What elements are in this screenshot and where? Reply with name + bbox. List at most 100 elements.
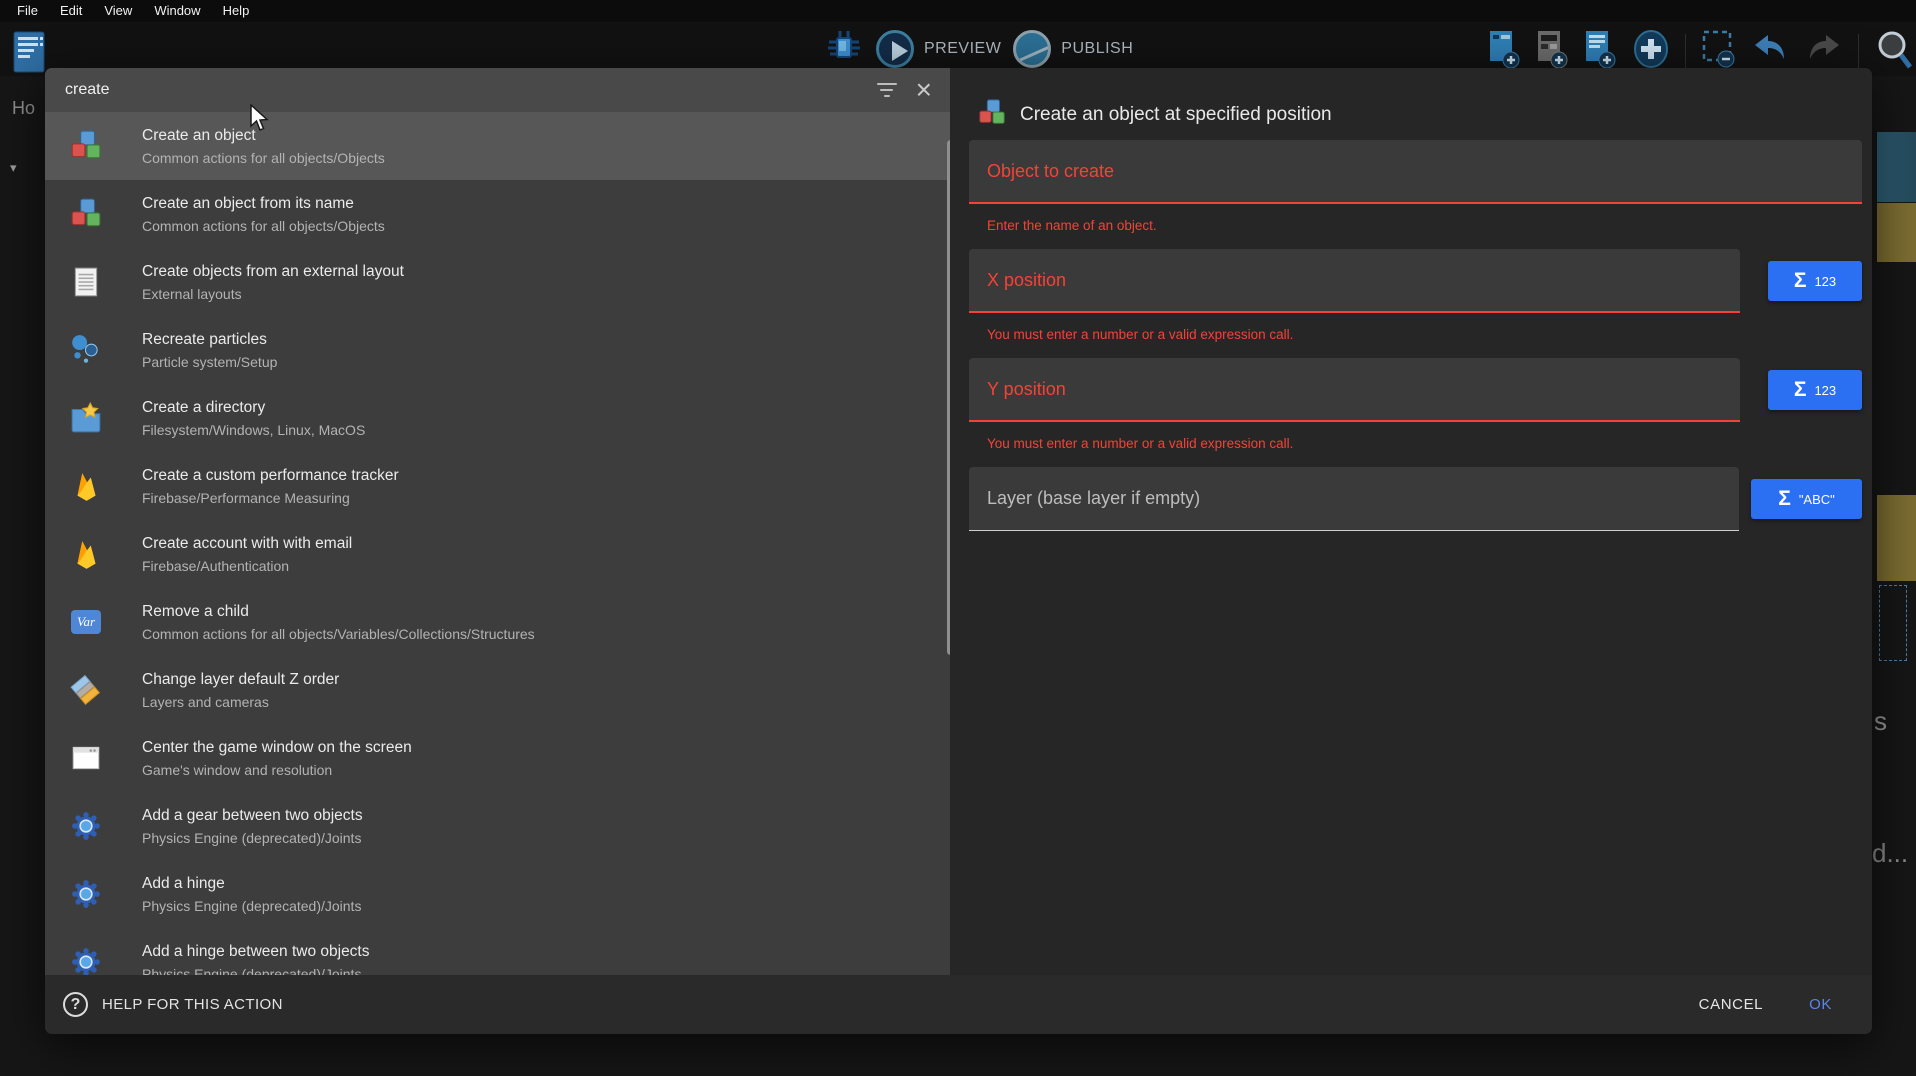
document-icon <box>69 265 103 299</box>
result-group: Filesystem/Windows, Linux, MacOS <box>142 422 365 438</box>
parameter-input[interactable] <box>969 379 1740 400</box>
project-manager-icon[interactable] <box>12 28 48 74</box>
result-row[interactable]: Create an object from its name Common act… <box>45 180 950 248</box>
cancel-button[interactable]: CANCEL <box>1689 988 1773 1021</box>
dialog-footer: ? HELP FOR THIS ACTION CANCEL OK <box>45 975 1872 1034</box>
result-group: Firebase/Performance Measuring <box>142 490 399 506</box>
object-thumbnail-fragment <box>1877 132 1916 202</box>
field-error-text: You must enter a number or a valid expre… <box>969 313 1862 358</box>
result-row[interactable]: Create an objectCommon actions for all o… <box>45 112 950 180</box>
debug-icon[interactable] <box>824 27 864 72</box>
parameter-field <box>969 358 1740 422</box>
parameter-field <box>969 467 1739 531</box>
action-title: Create an object at specified position <box>1020 104 1332 126</box>
selection-outline-fragment <box>1879 585 1907 661</box>
result-row[interactable]: Create a directoryFilesystem/Windows, Li… <box>45 384 950 452</box>
particles-icon <box>69 333 103 367</box>
undo-icon[interactable] <box>1750 29 1790 74</box>
firebase-icon <box>69 469 103 503</box>
preview-label: PREVIEW <box>924 40 1001 58</box>
result-title: Create an object from its name <box>142 195 385 213</box>
expression-builder-button[interactable]: Σ 123 <box>1768 370 1862 410</box>
result-group: Common actions for all objects/Objects <box>142 218 385 234</box>
window-icon <box>69 741 103 775</box>
layers-icon <box>69 673 103 707</box>
choose-action-dialog: × Create an objectCommon actions for all… <box>45 68 1872 1034</box>
result-title: Change layer default Z order <box>142 671 339 689</box>
sigma-icon: Σ <box>1794 378 1807 402</box>
object-thumbnail-fragment <box>1877 203 1916 262</box>
expression-builder-button[interactable]: Σ"ABC" <box>1751 479 1862 519</box>
truncated-text-fragment: s <box>1874 706 1887 737</box>
search-input[interactable] <box>45 81 874 99</box>
result-row[interactable]: Create a custom performance trackerFireb… <box>45 452 950 520</box>
result-title: Add a hinge between two objects <box>142 943 370 961</box>
close-icon[interactable]: × <box>916 77 932 103</box>
result-title: Create objects from an external layout <box>142 263 404 281</box>
field-error-text: You must enter a number or a valid expre… <box>969 422 1862 467</box>
result-row[interactable]: Var Remove a child Common actions for all … <box>45 588 950 656</box>
menu-help[interactable]: Help <box>212 0 261 22</box>
results-list: Create an objectCommon actions for all o… <box>45 112 950 975</box>
result-row[interactable]: Recreate particles Particle system/Setup <box>45 316 950 384</box>
result-group: Common actions for all objects/Objects <box>142 150 385 166</box>
help-label: HELP FOR THIS ACTION <box>102 996 283 1013</box>
search-bar: × <box>45 68 950 112</box>
play-icon <box>876 30 914 68</box>
var-icon: Var <box>71 610 101 634</box>
menu-view[interactable]: View <box>93 0 143 22</box>
menu-bar: FileEditViewWindowHelp <box>0 0 1916 22</box>
filter-icon[interactable] <box>874 77 900 103</box>
result-group: Particle system/Setup <box>142 354 277 370</box>
object-thumbnail-fragment <box>1877 495 1916 581</box>
result-group: Common actions for all objects/Variables… <box>142 626 535 642</box>
result-group: Layers and cameras <box>142 694 339 710</box>
result-row[interactable]: Change layer default Z order Layers and c… <box>45 656 950 724</box>
result-row[interactable]: Add a hinge Physics Engine (deprecated)/J… <box>45 860 950 928</box>
menu-window[interactable]: Window <box>143 0 211 22</box>
result-row[interactable]: Center the game window on the screen Game… <box>45 724 950 792</box>
preview-button[interactable]: PREVIEW <box>876 30 1001 68</box>
result-row[interactable]: Create objects from an external layoutEx… <box>45 248 950 316</box>
menu-edit[interactable]: Edit <box>49 0 93 22</box>
search-icon[interactable] <box>1873 26 1915 77</box>
result-row[interactable]: Add a hinge between two objects Physics E… <box>45 928 950 975</box>
result-title: Remove a child <box>142 603 535 621</box>
cubes-icon <box>977 98 1007 133</box>
result-title: Create account with with email <box>142 535 352 553</box>
gear-icon <box>69 945 103 975</box>
expression-type-label: 123 <box>1814 383 1836 398</box>
expression-builder-button[interactable]: Σ 123 <box>1768 261 1862 301</box>
expression-type-label: 123 <box>1814 274 1836 289</box>
gear-icon <box>69 809 103 843</box>
field-error-text: Enter the name of an object. <box>969 204 1862 249</box>
expression-type-label: "ABC" <box>1799 492 1835 507</box>
var-icon: Var <box>69 605 103 639</box>
folder-icon <box>69 401 103 435</box>
publish-button[interactable]: PUBLISH <box>1013 30 1133 68</box>
parameter-input[interactable] <box>969 161 1862 182</box>
ok-button[interactable]: OK <box>1799 988 1842 1021</box>
search-results-panel: × Create an objectCommon actions for all… <box>45 68 950 975</box>
result-title: Add a hinge <box>142 875 361 893</box>
result-row[interactable]: Add a gear between two objectsPhysics En… <box>45 792 950 860</box>
result-row[interactable]: Create account with with email Firebase/A… <box>45 520 950 588</box>
result-title: Add a gear between two objects <box>142 807 363 825</box>
parameter-input[interactable] <box>969 270 1740 291</box>
app-window: FileEditViewWindowHelp PREVIEW <box>0 0 1916 1076</box>
help-button[interactable]: ? HELP FOR THIS ACTION <box>63 992 283 1017</box>
firebase-icon <box>69 537 103 571</box>
result-title: Recreate particles <box>142 331 277 349</box>
result-title: Center the game window on the screen <box>142 739 412 757</box>
dropdown-chevron-icon[interactable]: ▾ <box>10 160 17 176</box>
result-group: Game's window and resolution <box>142 762 412 778</box>
parameter-field <box>969 249 1740 313</box>
result-group: Physics Engine (deprecated)/Joints <box>142 966 370 976</box>
redo-icon[interactable] <box>1804 29 1844 74</box>
menu-file[interactable]: File <box>6 0 49 22</box>
sigma-icon: Σ <box>1794 269 1807 293</box>
parameter-input[interactable] <box>969 488 1739 509</box>
result-group: Physics Engine (deprecated)/Joints <box>142 898 361 914</box>
publish-label: PUBLISH <box>1061 40 1133 58</box>
result-group: Firebase/Authentication <box>142 558 352 574</box>
